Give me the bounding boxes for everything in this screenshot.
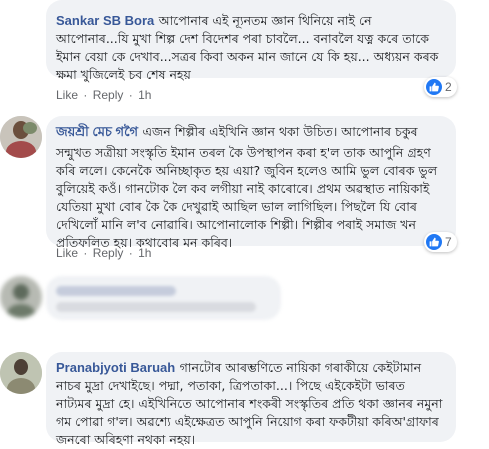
comment-bubble: Sankar SB Bora আপোনাৰ এই ন্যূনতম জ্ঞান থ…	[46, 0, 456, 82]
reaction-summary[interactable]: 7	[424, 232, 457, 252]
separator-dot: ·	[83, 88, 88, 102]
like-button[interactable]: Like	[56, 246, 78, 260]
separator-dot: ·	[128, 88, 133, 102]
comment-actions: Like · Reply · 1h	[56, 88, 151, 102]
comment-time[interactable]: 1h	[138, 88, 151, 102]
avatar[interactable]	[0, 352, 42, 394]
comment-author[interactable]: Sankar SB Bora	[56, 13, 154, 28]
reply-button[interactable]: Reply	[93, 88, 124, 102]
avatar[interactable]	[0, 276, 42, 318]
comment-bubble: জয়শ্ৰী মেচ গগৈ এজন শিল্পীৰ এইখিনি জ্ঞান…	[46, 116, 456, 250]
reaction-summary[interactable]: 2	[424, 77, 457, 97]
comment-author[interactable]: জয়শ্ৰী মেচ গগৈ	[56, 124, 138, 139]
blurred-text-line	[56, 302, 256, 312]
comment-bubble	[46, 276, 281, 320]
like-reaction-icon	[426, 234, 442, 250]
comment-bubble: Pranabjyoti Baruah গানটোৰ আৰম্ভণিতে নায়…	[46, 352, 456, 447]
separator-dot: ·	[83, 246, 88, 260]
comment-text: এজন শিল্পীৰ এইখিনি জ্ঞান থকা উচিত। আপোনা…	[56, 124, 438, 250]
reply-button[interactable]: Reply	[93, 246, 124, 260]
like-button[interactable]: Like	[56, 88, 78, 102]
reaction-count: 7	[445, 235, 452, 249]
comment-author[interactable]: Pranabjyoti Baruah	[56, 360, 175, 375]
like-reaction-icon	[426, 79, 442, 95]
comment-actions: Like · Reply · 1h	[56, 246, 151, 260]
reaction-count: 2	[445, 80, 452, 94]
comment-time[interactable]: 1h	[138, 246, 151, 260]
blurred-text-line	[56, 286, 176, 296]
avatar[interactable]	[0, 116, 42, 158]
separator-dot: ·	[128, 246, 133, 260]
